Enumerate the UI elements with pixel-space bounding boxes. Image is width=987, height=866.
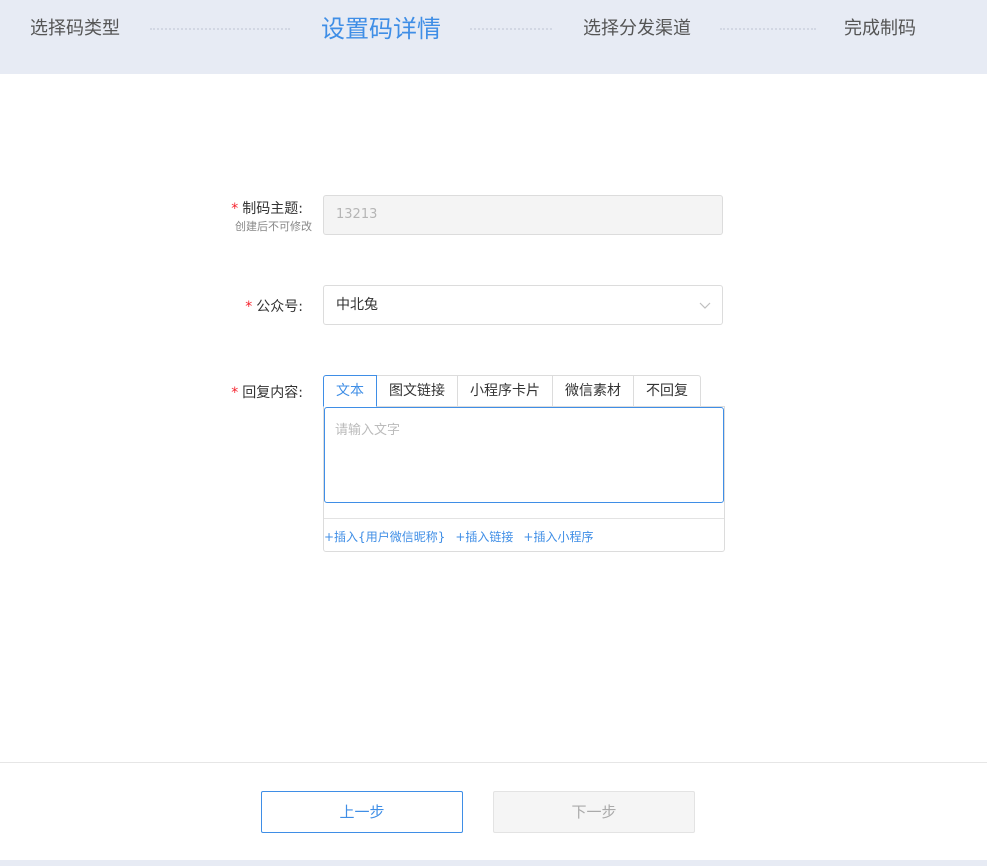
insert-miniprogram-link[interactable]: +插入小程序	[523, 528, 593, 545]
steps-header: 选择码类型 设置码详情 选择分发渠道 完成制码	[0, 0, 987, 74]
step-select-channel: 选择分发渠道	[583, 18, 691, 39]
tab-text[interactable]: 文本	[323, 375, 377, 407]
subject-input: 13213	[323, 195, 723, 235]
step-divider	[470, 28, 552, 30]
step-finish: 完成制码	[844, 18, 916, 39]
tab-miniprogram-card[interactable]: 小程序卡片	[458, 375, 553, 407]
tab-article-link[interactable]: 图文链接	[377, 375, 458, 407]
insert-link-link[interactable]: +插入链接	[455, 528, 513, 545]
required-mark: *	[245, 299, 253, 315]
tab-no-reply[interactable]: 不回复	[634, 375, 701, 407]
reply-label: * 回复内容:	[231, 382, 303, 402]
account-select[interactable]: 中北兔	[323, 285, 723, 325]
required-mark: *	[231, 385, 239, 401]
step-set-code-details: 设置码详情	[321, 15, 441, 43]
next-step-button[interactable]: 下一步	[493, 791, 695, 833]
account-select-value: 中北兔	[336, 297, 378, 313]
tab-wechat-material[interactable]: 微信素材	[553, 375, 634, 407]
step-select-code-type: 选择码类型	[30, 18, 120, 39]
reply-label-text: 回复内容:	[242, 385, 303, 401]
required-mark: *	[231, 201, 239, 217]
subject-label: * 制码主题:	[231, 198, 303, 218]
subject-hint: 创建后不可修改	[235, 220, 312, 233]
account-label-text: 公众号:	[256, 299, 303, 315]
reply-text-input[interactable]: 请输入文字	[324, 407, 724, 503]
insert-toolbar: +插入{用户微信昵称} +插入链接 +插入小程序	[324, 528, 593, 545]
bottom-bar	[0, 860, 987, 866]
subject-label-text: 制码主题:	[242, 201, 303, 217]
prev-step-button[interactable]: 上一步	[261, 791, 463, 833]
footer-divider	[0, 762, 987, 763]
reply-type-tabs: 文本 图文链接 小程序卡片 微信素材 不回复	[323, 375, 701, 407]
insert-nickname-link[interactable]: +插入{用户微信昵称}	[324, 528, 445, 545]
editor-divider	[324, 518, 724, 519]
step-divider	[720, 28, 816, 30]
step-divider	[150, 28, 290, 30]
chevron-down-icon	[699, 302, 711, 309]
account-label: * 公众号:	[245, 296, 303, 316]
